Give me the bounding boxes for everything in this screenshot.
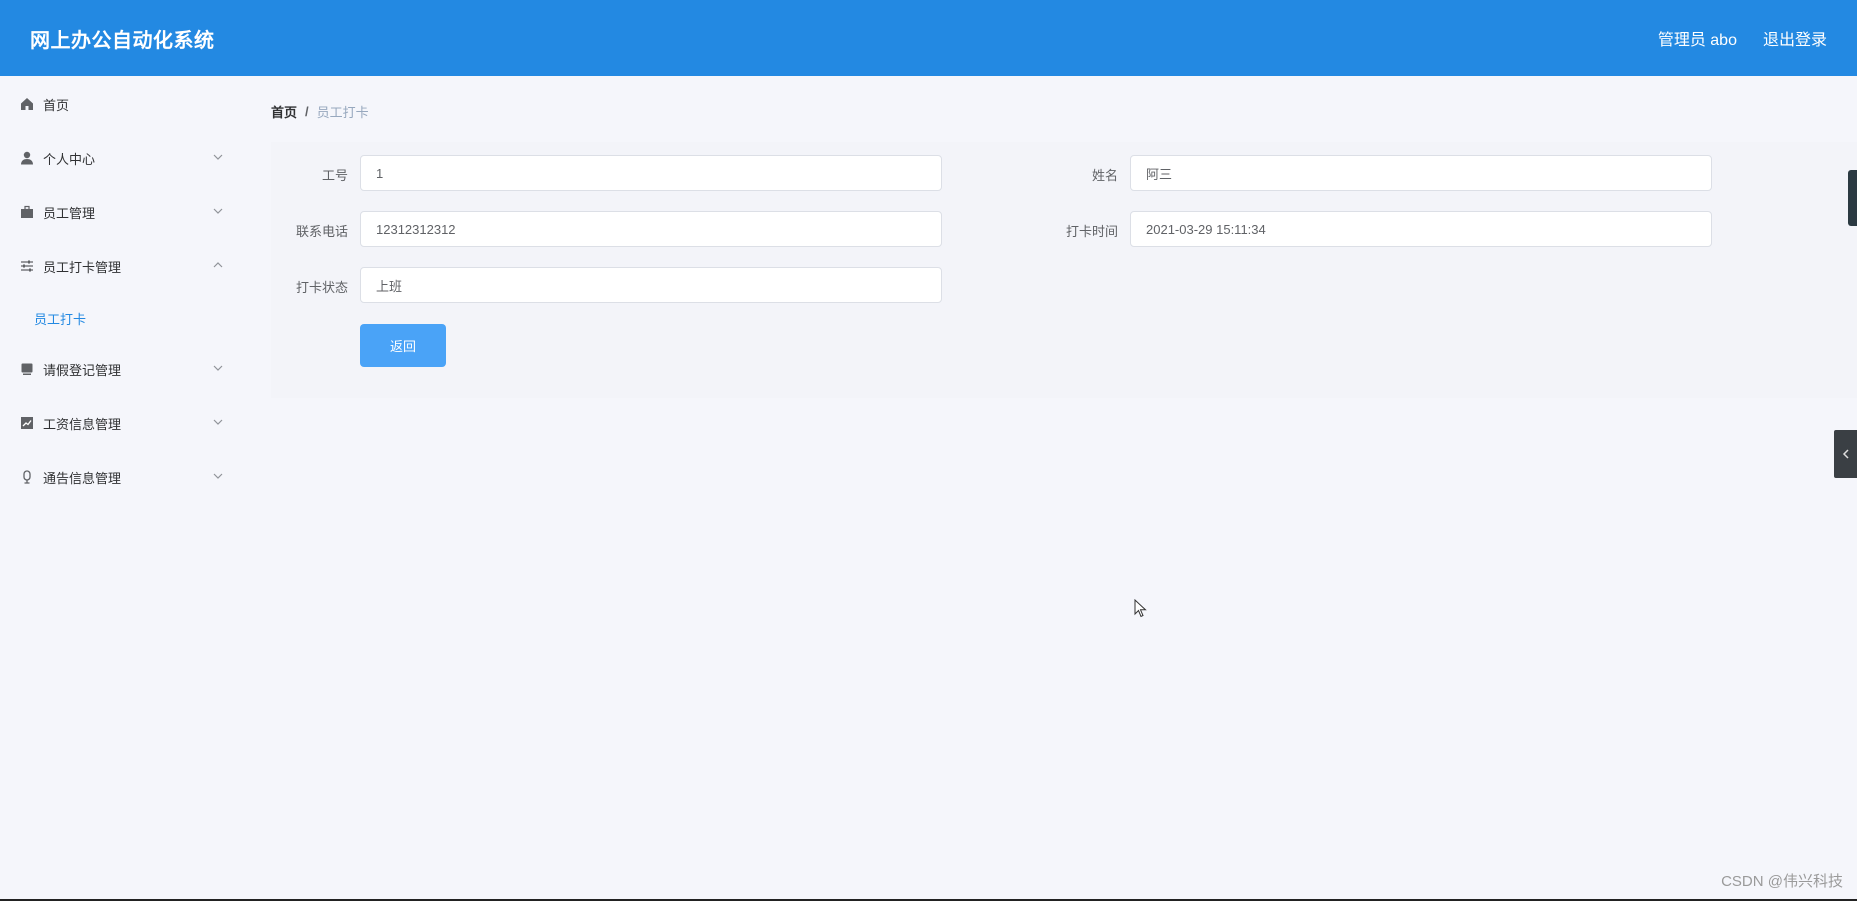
checkin-time-field[interactable]: 2021-03-29 15:11:34: [1130, 211, 1712, 247]
chevron-down-icon: [213, 419, 223, 425]
chevron-down-icon: [213, 473, 223, 479]
checkin-status-label: 打卡状态: [295, 280, 348, 295]
employee-no-field[interactable]: 1: [360, 155, 942, 191]
microphone-icon: [20, 470, 34, 484]
sidebar-item-notice-management[interactable]: 通告信息管理: [0, 457, 246, 497]
phone-field[interactable]: 12312312312: [360, 211, 942, 247]
checkin-status-field[interactable]: 上班: [360, 267, 942, 303]
mouse-cursor-icon: [1134, 599, 1147, 618]
name-label: 姓名: [1091, 168, 1118, 183]
home-icon: [20, 97, 34, 111]
sidebar-item-label: 通告信息管理: [43, 470, 122, 486]
header-user-area: 管理员 abo 退出登录: [1658, 26, 1827, 50]
name-field[interactable]: 阿三: [1130, 155, 1712, 191]
logout-button[interactable]: 退出登录: [1763, 26, 1827, 50]
top-header: 网上办公自动化系统 管理员 abo 退出登录: [0, 0, 1857, 76]
sidebar-item-label: 请假登记管理: [43, 362, 122, 378]
breadcrumb-current: 员工打卡: [316, 105, 369, 120]
chevron-down-icon: [213, 154, 223, 160]
chart-icon: [20, 416, 34, 430]
sliders-icon: [20, 259, 34, 273]
sidebar-item-label: 个人中心: [43, 151, 96, 167]
chevron-down-icon: [213, 365, 223, 371]
chevron-up-icon: [213, 262, 223, 268]
watermark: CSDN @伟兴科技: [1721, 873, 1843, 890]
chevron-left-icon: [1842, 449, 1849, 459]
user-icon: [20, 151, 34, 165]
side-widget-tab[interactable]: [1848, 170, 1857, 226]
sidebar-item-label: 员工管理: [43, 205, 96, 221]
sidebar-item-personal-center[interactable]: 个人中心: [0, 138, 246, 178]
sidebar-item-employee-management[interactable]: 员工管理: [0, 192, 246, 232]
sidebar-item-salary-management[interactable]: 工资信息管理: [0, 403, 246, 443]
user-label[interactable]: 管理员 abo: [1658, 26, 1737, 50]
sidebar-subitem-label: 员工打卡: [34, 311, 87, 327]
sidebar-item-label: 首页: [43, 97, 70, 113]
sidebar-item-label: 工资信息管理: [43, 416, 122, 432]
breadcrumb-separator: /: [305, 104, 309, 119]
sidebar: 首页 个人中心 员工管理 员工打卡管理 员工打卡 请假登记管理 工资信息管理 通…: [0, 76, 246, 901]
sidebar-item-home[interactable]: 首页: [0, 84, 246, 124]
back-button[interactable]: 返回: [360, 324, 446, 367]
sidebar-item-leave-management[interactable]: 请假登记管理: [0, 349, 246, 389]
app-title: 网上办公自动化系统: [30, 29, 215, 52]
phone-label: 联系电话: [295, 224, 348, 239]
sidebar-subitem-employee-checkin[interactable]: 员工打卡: [0, 298, 246, 338]
briefcase-icon: [20, 205, 34, 219]
breadcrumb-home[interactable]: 首页: [271, 102, 297, 121]
sidebar-item-checkin-management[interactable]: 员工打卡管理: [0, 246, 246, 286]
chevron-down-icon: [213, 208, 223, 214]
collapse-panel-button[interactable]: [1834, 430, 1857, 478]
sidebar-item-label: 员工打卡管理: [43, 259, 122, 275]
document-icon: [20, 362, 34, 376]
breadcrumb: 首页 / 员工打卡: [271, 102, 369, 121]
employee-no-label: 工号: [321, 168, 348, 183]
checkin-time-label: 打卡时间: [1065, 224, 1118, 239]
